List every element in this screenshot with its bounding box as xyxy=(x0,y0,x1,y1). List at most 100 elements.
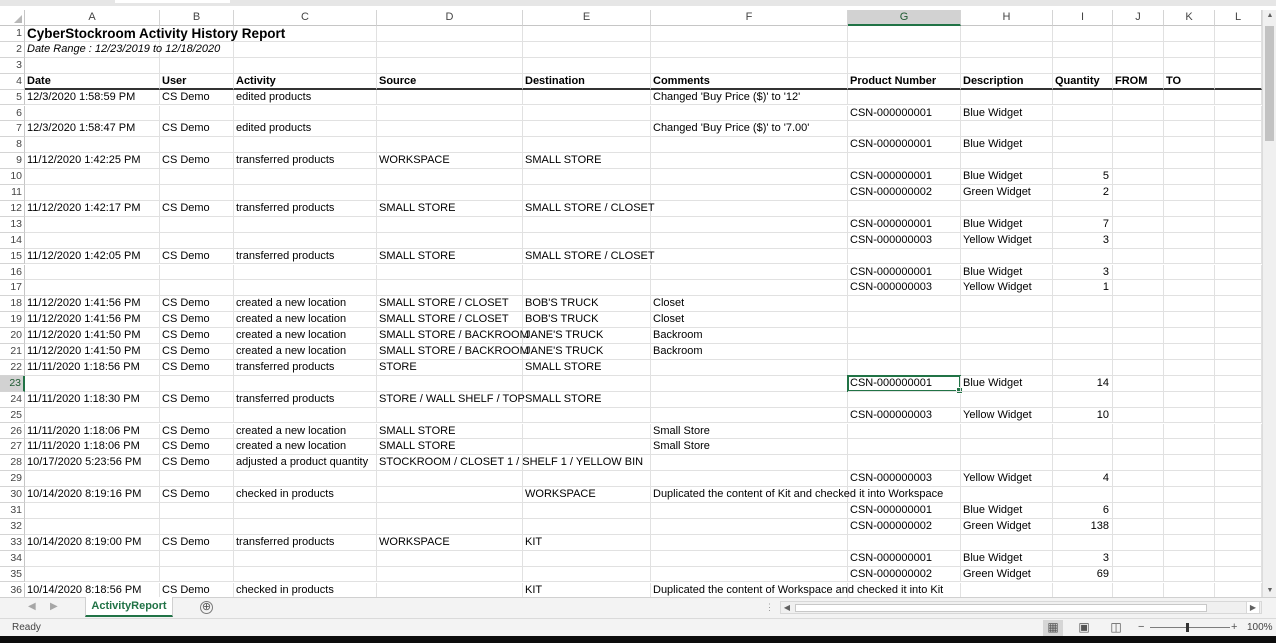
cell-g[interactable] xyxy=(848,423,961,440)
cell-l[interactable] xyxy=(1215,391,1262,408)
cell-i[interactable]: 3 xyxy=(1053,232,1113,249)
cell-j[interactable] xyxy=(1113,455,1164,472)
cell-h[interactable] xyxy=(961,57,1053,74)
cell-d[interactable]: SMALL STORE xyxy=(377,200,523,217)
cell-e[interactable] xyxy=(523,57,651,74)
cell-h[interactable]: Blue Widget xyxy=(961,137,1053,154)
cell-e[interactable] xyxy=(523,121,651,138)
cell-b[interactable] xyxy=(160,185,234,201)
horizontal-scroll-thumb[interactable] xyxy=(795,604,1207,612)
cell-j[interactable] xyxy=(1113,216,1164,233)
cell-d[interactable] xyxy=(377,550,523,567)
cell-g[interactable]: CSN-000000001 xyxy=(848,375,961,392)
cell-b[interactable] xyxy=(160,137,234,154)
cell-l[interactable] xyxy=(1215,312,1262,329)
cell-g[interactable] xyxy=(848,296,961,313)
zoom-slider[interactable] xyxy=(1150,627,1230,628)
cell-j[interactable] xyxy=(1113,375,1164,392)
horizontal-scrollbar[interactable]: ◀ xyxy=(780,601,1262,614)
cell-a[interactable] xyxy=(25,471,160,488)
cell-k[interactable] xyxy=(1164,57,1215,74)
cell-b[interactable]: CS Demo xyxy=(160,391,234,408)
cell-j[interactable]: FROM xyxy=(1113,73,1164,90)
cell-d[interactable] xyxy=(377,26,523,42)
cell-d[interactable] xyxy=(377,185,523,201)
cell-l[interactable] xyxy=(1215,137,1262,154)
row-header[interactable]: 3 xyxy=(0,57,25,74)
cell-j[interactable] xyxy=(1113,487,1164,503)
row-header[interactable]: 21 xyxy=(0,344,25,360)
cell-d[interactable]: STORE / WALL SHELF / TOP xyxy=(377,391,525,408)
cell-i[interactable]: Quantity xyxy=(1053,73,1113,90)
cell-a[interactable] xyxy=(25,57,160,74)
cell-l[interactable] xyxy=(1215,439,1262,456)
column-header-d[interactable]: D xyxy=(377,10,523,26)
cell-d[interactable] xyxy=(377,121,523,138)
cell-e[interactable] xyxy=(523,264,651,281)
cell-e[interactable] xyxy=(523,137,651,154)
cell-l[interactable] xyxy=(1215,359,1262,376)
cell-a[interactable]: 11/12/2020 1:42:25 PM xyxy=(25,153,160,170)
cell-j[interactable] xyxy=(1113,582,1164,597)
cell-k[interactable] xyxy=(1164,169,1215,185)
cell-l[interactable] xyxy=(1215,534,1262,551)
cell-f[interactable] xyxy=(651,518,848,535)
cell-d[interactable]: STOCKROOM / CLOSET 1 / SHELF 1 / YELLOW … xyxy=(377,455,643,472)
cell-i[interactable] xyxy=(1053,582,1113,597)
cell-d[interactable] xyxy=(377,280,523,297)
row-header[interactable]: 13 xyxy=(0,216,25,233)
cell-c[interactable]: transferred products xyxy=(234,200,377,217)
cell-a[interactable]: CyberStockroom Activity History Report xyxy=(25,26,285,42)
cell-g[interactable]: CSN-000000002 xyxy=(848,518,961,535)
cell-f[interactable]: Duplicated the content of Workspace and … xyxy=(651,582,943,597)
cell-j[interactable] xyxy=(1113,232,1164,249)
cell-f[interactable] xyxy=(651,248,848,265)
prev-sheet-icon[interactable]: ◀ xyxy=(28,601,36,612)
cell-j[interactable] xyxy=(1113,328,1164,344)
cell-k[interactable] xyxy=(1164,26,1215,42)
cell-h[interactable]: Yellow Widget xyxy=(961,232,1053,249)
cell-a[interactable] xyxy=(25,232,160,249)
cell-g[interactable] xyxy=(848,41,961,58)
cell-g[interactable] xyxy=(848,359,961,376)
cell-c[interactable]: checked in products xyxy=(234,487,377,503)
cell-b[interactable] xyxy=(160,407,234,424)
cell-h[interactable] xyxy=(961,344,1053,360)
cell-a[interactable]: 12/3/2020 1:58:59 PM xyxy=(25,89,160,106)
row-header[interactable]: 16 xyxy=(0,264,25,281)
cell-g[interactable] xyxy=(848,200,961,217)
cell-j[interactable] xyxy=(1113,89,1164,106)
cell-b[interactable] xyxy=(160,471,234,488)
cell-d[interactable] xyxy=(377,471,523,488)
page-layout-icon[interactable]: ▣ xyxy=(1074,620,1094,636)
cell-c[interactable] xyxy=(234,41,377,58)
cell-i[interactable]: 10 xyxy=(1053,407,1113,424)
cell-i[interactable] xyxy=(1053,41,1113,58)
cell-c[interactable]: created a new location xyxy=(234,312,377,329)
cell-h[interactable] xyxy=(961,312,1053,329)
cell-k[interactable] xyxy=(1164,200,1215,217)
cell-h[interactable] xyxy=(961,534,1053,551)
page-break-icon[interactable]: ◫ xyxy=(1106,620,1126,636)
cell-e[interactable]: SMALL STORE xyxy=(523,391,651,408)
cell-h[interactable]: Green Widget xyxy=(961,185,1053,201)
cell-h[interactable]: Blue Widget xyxy=(961,375,1053,392)
cell-i[interactable] xyxy=(1053,121,1113,138)
cell-e[interactable] xyxy=(523,169,651,185)
cell-g[interactable]: CSN-000000003 xyxy=(848,471,961,488)
cell-a[interactable]: Date xyxy=(25,73,160,90)
cell-h[interactable]: Yellow Widget xyxy=(961,471,1053,488)
cell-k[interactable] xyxy=(1164,280,1215,297)
row-header[interactable]: 24 xyxy=(0,391,25,408)
cell-c[interactable] xyxy=(234,518,377,535)
cell-k[interactable] xyxy=(1164,423,1215,440)
row-header[interactable]: 34 xyxy=(0,550,25,567)
cell-l[interactable] xyxy=(1215,121,1262,138)
cell-b[interactable]: CS Demo xyxy=(160,344,234,360)
row-header[interactable]: 22 xyxy=(0,359,25,376)
cell-i[interactable] xyxy=(1053,296,1113,313)
cell-l[interactable] xyxy=(1215,264,1262,281)
cell-a[interactable]: 10/17/2020 5:23:56 PM xyxy=(25,455,160,472)
cell-a[interactable]: 11/12/2020 1:41:50 PM xyxy=(25,328,160,344)
worksheet-grid[interactable]: 1 CyberStockroom Activity History Report 2… xyxy=(0,26,1262,597)
